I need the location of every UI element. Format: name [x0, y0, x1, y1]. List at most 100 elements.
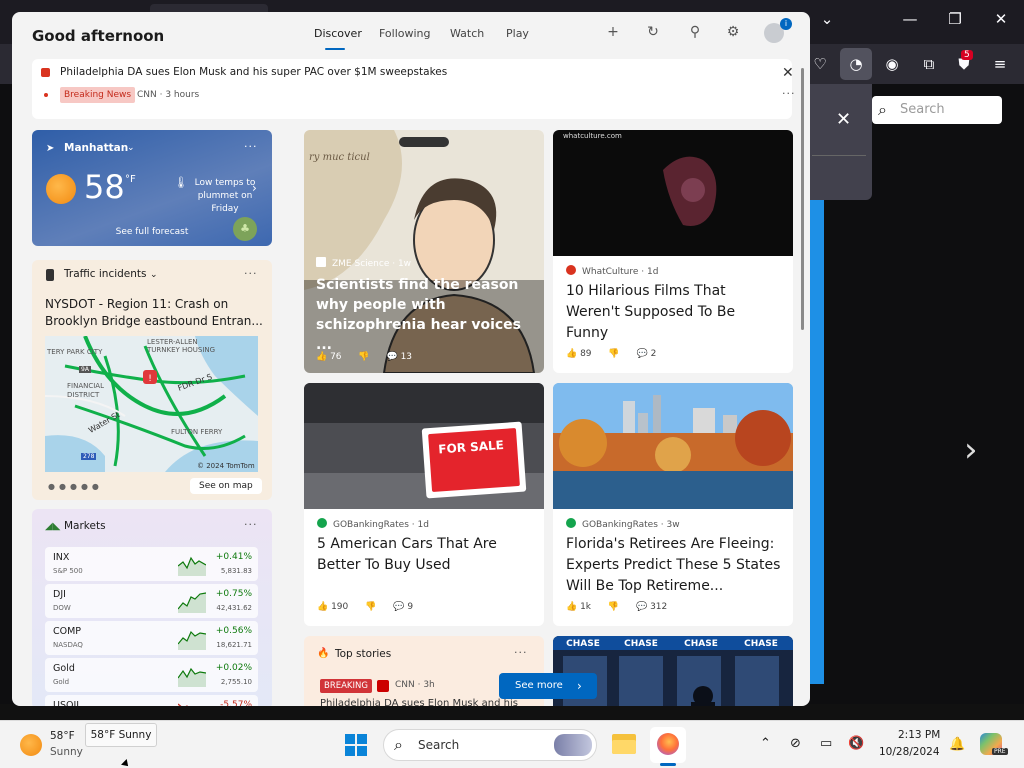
windows-start-icon[interactable]: [345, 734, 367, 756]
settings-gear-icon[interactable]: ⚙: [724, 24, 742, 40]
traffic-card[interactable]: Traffic incidents ⌄ ··· NYSDOT - Region …: [32, 260, 272, 500]
network-offline-icon[interactable]: ⊘: [790, 736, 801, 751]
banner-close-icon[interactable]: ✕: [782, 65, 794, 81]
news-card[interactable]: FOR SALE GOBankingRates · 1d 5 American …: [304, 383, 544, 626]
news-card[interactable]: GOBankingRates · 3w Florida's Retirees A…: [553, 383, 793, 626]
pin-icon[interactable]: ⚲: [686, 24, 704, 40]
refresh-icon[interactable]: ↻: [644, 24, 662, 40]
whatculture-logo-icon: [566, 265, 576, 275]
news-source: WhatCulture · 1d: [566, 265, 658, 277]
chevron-right-icon[interactable]: ›: [252, 181, 257, 195]
menu-icon[interactable]: ≡: [988, 52, 1012, 76]
comment-button[interactable]: 💬 13: [387, 352, 413, 362]
dislike-icon[interactable]: 👎: [358, 352, 369, 362]
tab-following[interactable]: Following: [379, 27, 431, 40]
weather-unit: °F: [125, 174, 136, 185]
taskbar-weather-temp[interactable]: 58°F: [50, 730, 75, 742]
show-hidden-icons-chevron-icon[interactable]: ⌃: [760, 736, 771, 751]
breaking-headline[interactable]: Philadelphia DA sues Elon Musk and his s…: [60, 66, 447, 78]
weather-location[interactable]: Manhattan: [64, 142, 128, 154]
map-label-battery-park: TERY PARK CITY: [47, 348, 103, 356]
weather-alert[interactable]: Low temps to plummet on Friday: [190, 177, 260, 216]
markets-more-icon[interactable]: ···: [244, 518, 258, 531]
top-stories-more-icon[interactable]: ···: [514, 646, 528, 659]
news-title[interactable]: Florida's Retirees Are Fleeing: Experts …: [566, 534, 784, 597]
display-icon[interactable]: ▭: [820, 736, 832, 751]
search-icon: ⌕: [394, 735, 403, 754]
carousel-dots[interactable]: ●●●●●: [48, 482, 103, 491]
market-symbol: Gold: [53, 663, 75, 674]
account-icon[interactable]: ◉: [880, 52, 904, 76]
file-explorer-icon[interactable]: [612, 734, 636, 754]
market-sparkline: [178, 703, 188, 706]
firefox-icon[interactable]: [657, 733, 679, 755]
market-sparkline: [178, 630, 206, 650]
active-tab-indicator: [325, 48, 345, 50]
add-widget-icon[interactable]: +: [604, 24, 622, 40]
pocket-icon[interactable]: ♡: [808, 52, 832, 76]
top-story-headline[interactable]: Philadelphia DA sues Elon Musk and his: [320, 698, 518, 706]
tab-watch[interactable]: Watch: [450, 27, 484, 40]
clock-date[interactable]: 10/28/2024: [879, 746, 940, 758]
news-card[interactable]: ry muc ticul ZME Science · 1w Scientists…: [304, 130, 544, 373]
like-button[interactable]: 👍 190: [317, 602, 348, 612]
close-window-icon[interactable]: ✕: [986, 10, 1016, 28]
like-button[interactable]: 👍 89: [566, 349, 592, 359]
restore-icon[interactable]: ❐: [940, 10, 970, 28]
news-source-text: GOBankingRates · 3w: [582, 520, 680, 530]
chevron-down-icon[interactable]: ⌄: [150, 270, 158, 280]
market-row[interactable]: COMP NASDAQ +0.56% 18,621.71: [45, 621, 258, 655]
speaker-muted-icon[interactable]: 🔇: [848, 736, 864, 751]
like-button[interactable]: 👍 76: [316, 352, 342, 362]
weather-more-icon[interactable]: ···: [244, 140, 258, 153]
news-title[interactable]: 5 American Cars That Are Better To Buy U…: [317, 534, 532, 576]
market-row[interactable]: DJI DOW +0.75% 42,431.62: [45, 584, 258, 618]
tab-list-chevron-icon[interactable]: ⌄: [812, 10, 842, 28]
panel-scrollbar[interactable]: [801, 68, 804, 330]
banner-more-icon[interactable]: ···: [782, 87, 796, 100]
extension-active-icon[interactable]: ◔: [840, 48, 872, 80]
weather-card[interactable]: ➤ Manhattan ⌄ ··· 58 °F 🌡 Low temps to p…: [32, 130, 272, 246]
top-stories-title[interactable]: Top stories: [335, 648, 391, 660]
market-name: DOW: [53, 604, 71, 612]
traffic-map[interactable]: ! TERY PARK CITY LESTER-ALLEN TURNKEY HO…: [45, 336, 258, 472]
like-button[interactable]: 👍 1k: [566, 602, 591, 612]
taskbar-weather-condition[interactable]: Sunny: [50, 746, 83, 758]
news-card[interactable]: whatculture.com WhatCulture · 1d 10 Hila…: [553, 130, 793, 373]
taskbar-search-box[interactable]: ⌕ Search: [383, 729, 597, 761]
market-row[interactable]: USOIL -5.57%: [45, 695, 258, 706]
notification-bell-icon[interactable]: 🔔: [949, 737, 965, 752]
page-search-box[interactable]: ⌕ Search: [872, 96, 1002, 124]
tab-discover[interactable]: Discover: [314, 27, 362, 40]
popup-close-icon[interactable]: ✕: [836, 109, 851, 130]
search-icon: ⌕: [878, 100, 887, 119]
minimize-icon[interactable]: —: [895, 10, 925, 28]
comment-button[interactable]: 💬 9: [393, 602, 413, 612]
news-image: FOR SALE: [304, 383, 544, 509]
news-title[interactable]: 10 Hilarious Films That Weren't Supposed…: [566, 281, 781, 344]
market-row[interactable]: INX S&P 500 +0.41% 5,831.83: [45, 547, 258, 581]
dislike-icon[interactable]: 👎: [608, 602, 619, 612]
see-more-button[interactable]: See more ›: [499, 673, 597, 699]
image-watermark: whatculture.com: [563, 132, 622, 140]
traffic-title[interactable]: Traffic incidents: [64, 268, 147, 280]
traffic-more-icon[interactable]: ···: [244, 267, 258, 280]
active-app-indicator: [660, 763, 676, 766]
comment-button[interactable]: 💬 312: [636, 602, 667, 612]
news-title[interactable]: Scientists find the reason why people wi…: [316, 275, 534, 355]
extensions-icon[interactable]: ⧉: [917, 52, 941, 76]
see-on-map-button[interactable]: See on map: [190, 478, 262, 494]
dislike-icon[interactable]: 👎: [365, 602, 376, 612]
dislike-icon[interactable]: 👎: [608, 349, 619, 359]
breaking-news-banner[interactable]: Philadelphia DA sues Elon Musk and his s…: [32, 59, 795, 119]
market-row[interactable]: Gold Gold +0.02% 2,755.10: [45, 658, 258, 692]
carousel-next-icon[interactable]: ›: [964, 430, 978, 470]
chevron-down-icon[interactable]: ⌄: [127, 143, 135, 153]
tab-play[interactable]: Play: [506, 27, 529, 40]
comment-button[interactable]: 💬 2: [637, 349, 657, 359]
sunny-icon[interactable]: [20, 734, 42, 756]
clock-time[interactable]: 2:13 PM: [898, 729, 940, 741]
traffic-headline[interactable]: NYSDOT - Region 11: Crash on Brooklyn Br…: [45, 296, 265, 330]
markets-card[interactable]: ◢◣ Markets ··· INX S&P 500 +0.41% 5,831.83 D…: [32, 509, 272, 706]
markets-title[interactable]: Markets: [64, 520, 106, 532]
